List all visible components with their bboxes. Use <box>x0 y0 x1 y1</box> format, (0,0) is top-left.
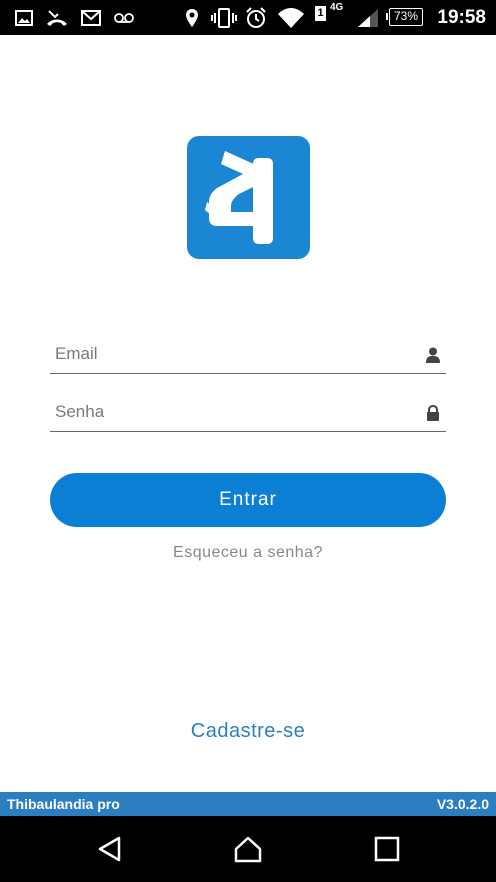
home-icon[interactable] <box>233 834 263 864</box>
battery-icon: 73% <box>386 8 423 26</box>
password-input[interactable] <box>50 395 415 429</box>
signal-icon <box>356 0 380 35</box>
location-icon <box>183 0 201 35</box>
missed-call-icon <box>45 0 69 35</box>
navigation-bar <box>0 816 496 882</box>
user-icon <box>426 347 440 367</box>
recents-icon[interactable] <box>372 834 402 864</box>
sim-indicator: 1 <box>315 6 326 21</box>
app-name: Thibaulandia pro <box>7 796 120 812</box>
app-logo <box>187 136 310 259</box>
email-field[interactable] <box>50 337 446 374</box>
email-input[interactable] <box>50 337 415 371</box>
back-icon[interactable] <box>95 834 125 864</box>
gmail-icon <box>80 0 102 35</box>
gallery-icon <box>14 0 34 35</box>
signup-link[interactable]: Cadastre-se <box>0 720 496 743</box>
app-version: V3.0.2.0 <box>436 796 489 812</box>
wifi-icon <box>276 0 306 35</box>
voicemail-icon <box>113 0 135 35</box>
network-type: 4G <box>330 2 344 13</box>
forgot-password-link[interactable]: Esqueceu a senha? <box>0 544 496 562</box>
status-bar: 1 4G 73% 19:58 <box>0 0 496 35</box>
vibrate-icon <box>210 0 238 35</box>
footer-bar: Thibaulandia pro V3.0.2.0 <box>0 792 496 816</box>
login-button[interactable]: Entrar <box>50 473 446 527</box>
alarm-icon <box>244 0 268 35</box>
clock: 19:58 <box>437 7 486 28</box>
password-field[interactable] <box>50 395 446 432</box>
lock-icon <box>426 404 440 425</box>
